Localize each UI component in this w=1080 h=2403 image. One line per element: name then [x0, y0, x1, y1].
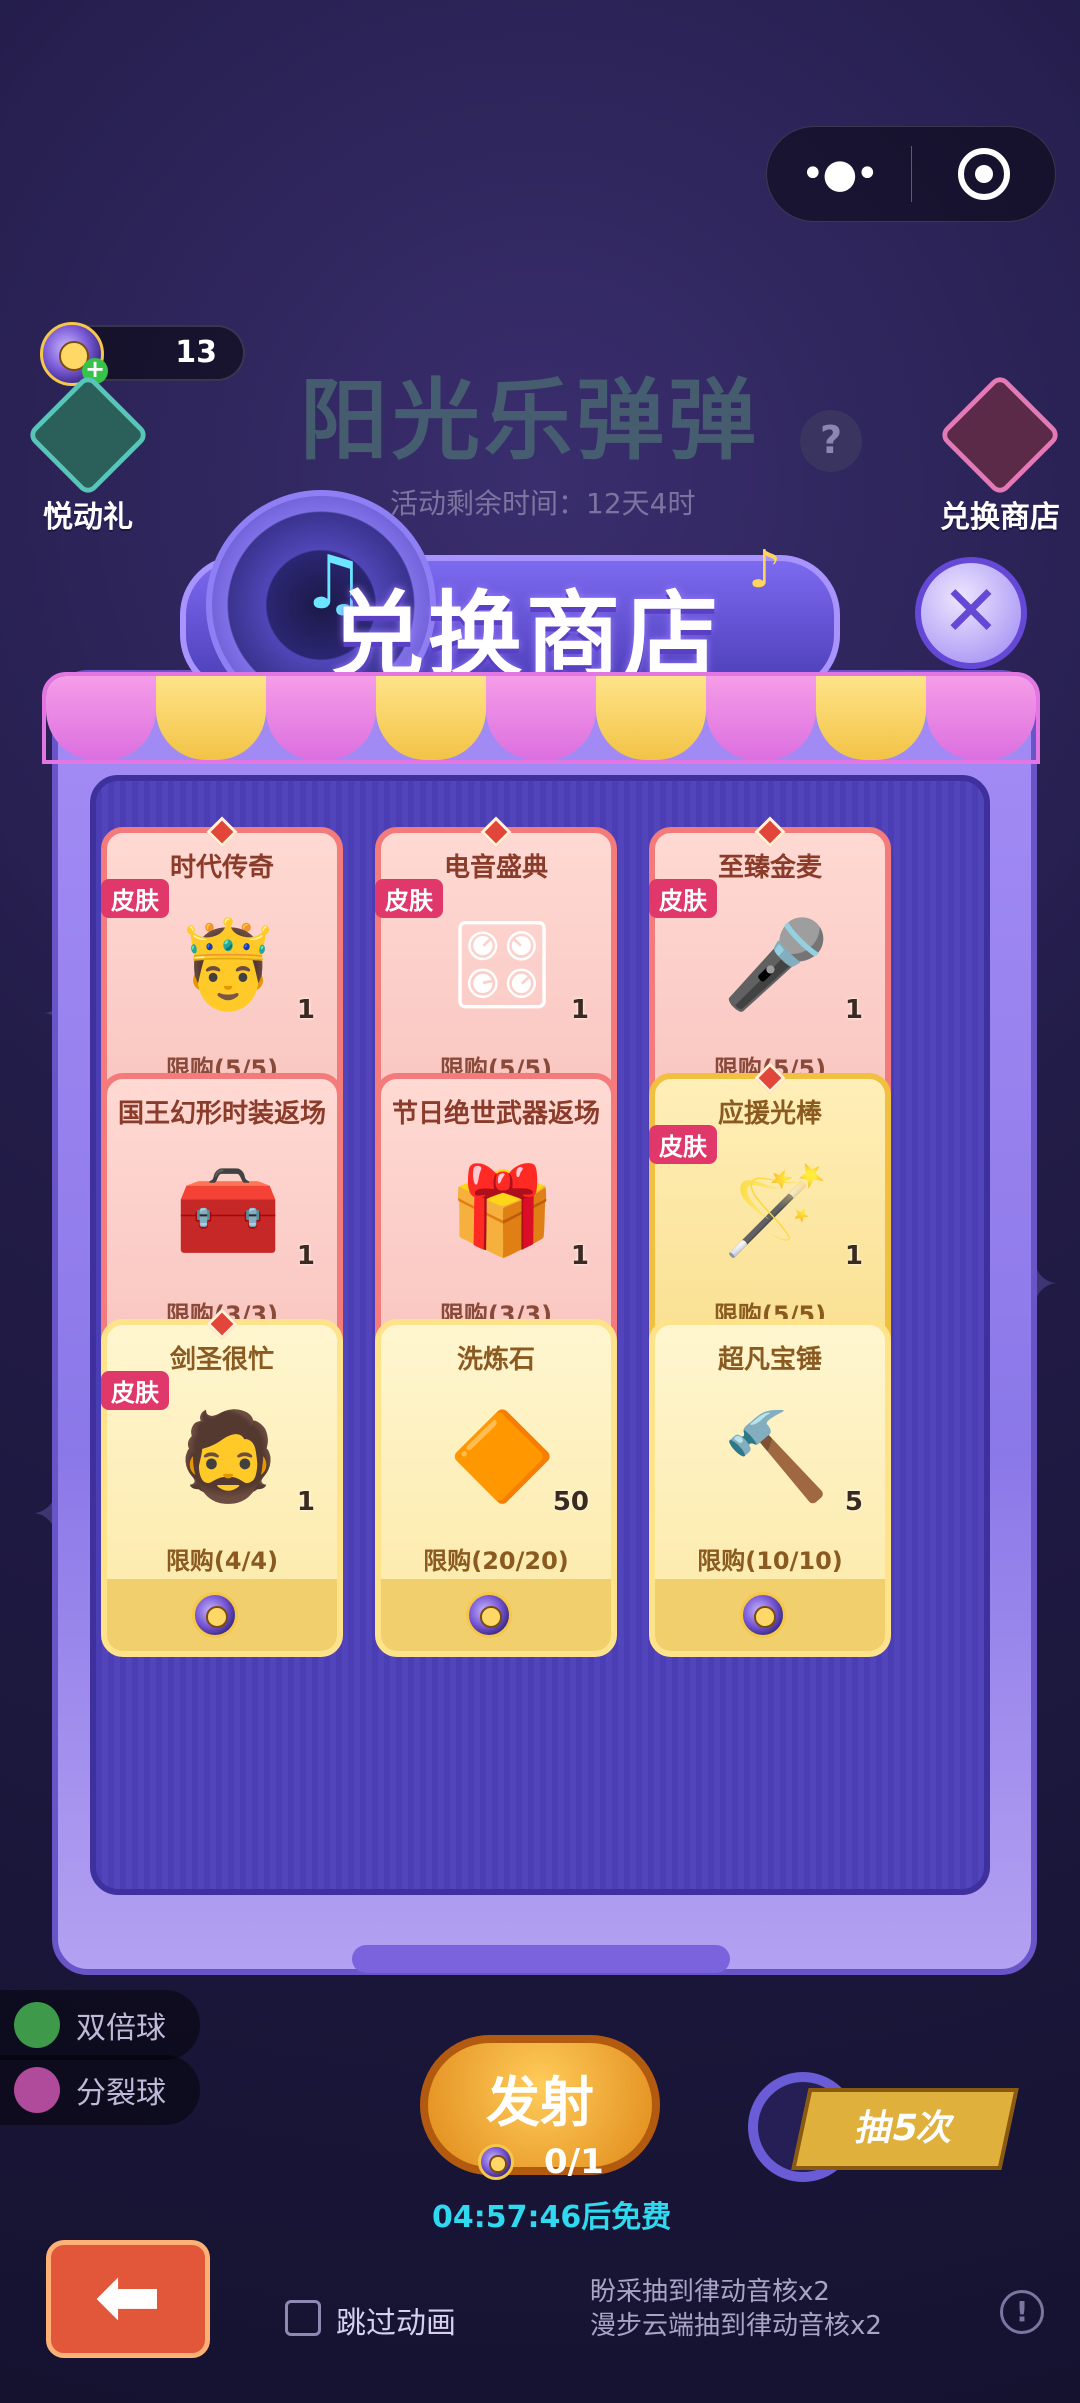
ticker-line: 盼采抽到律动音核x2 [590, 2277, 830, 2307]
music-coin-icon [740, 1592, 786, 1638]
item-image-icon: 🎤 [722, 914, 830, 1015]
item-image-icon: 🤴 [174, 914, 282, 1015]
info-icon[interactable]: ! [1000, 2290, 1044, 2334]
ticker-line: 漫步云端抽到律动音核x2 [590, 2311, 882, 2341]
price-button[interactable] [381, 1579, 611, 1651]
mode-split-label: 分裂球 [76, 2076, 166, 2111]
gift-icon [25, 372, 151, 498]
shop-item-card[interactable]: 剑圣很忙 皮肤 🧔 1 限购(4/4) [101, 1308, 343, 1657]
shop-items-grid[interactable]: 时代传奇皮肤🤴1限购(5/5)20 电音盛典皮肤🎛1限购(5/5)24 至臻金麦… [97, 815, 957, 1842]
item-image-icon: 🧰 [174, 1160, 282, 1261]
item-quantity: 50 [552, 1487, 589, 1517]
more-dots-icon[interactable]: •●• [767, 151, 911, 197]
free-timer: 04:57:46后免费 [432, 2200, 672, 2235]
gem-icon [206, 816, 238, 848]
gem-icon [480, 816, 512, 848]
modal-scroll-handle[interactable] [352, 1945, 730, 1973]
help-icon[interactable]: ? [800, 410, 862, 472]
gem-icon [754, 816, 786, 848]
skin-badge: 皮肤 [101, 879, 169, 918]
shop-item-card[interactable]: 超凡宝锤 🔨 5 限购(10/10) [649, 1319, 891, 1657]
shop-awning [42, 672, 1040, 764]
target-icon [957, 148, 1010, 200]
draw-count: 0/1 [544, 2142, 604, 2182]
item-image-icon: 🪄 [722, 1160, 830, 1261]
shop-icon [937, 372, 1063, 498]
price-button[interactable] [655, 1579, 885, 1651]
music-note-icon: ♪ [748, 540, 782, 600]
mini-program-capsule: •●• [766, 126, 1056, 222]
item-image-icon: 🎁 [448, 1160, 556, 1261]
event-time-left: 活动剩余时间：12天4时 [390, 487, 696, 520]
exchange-shop-button[interactable]: 兑换商店 [930, 372, 1070, 536]
item-quantity: 1 [844, 995, 863, 1025]
close-target-button[interactable] [912, 148, 1055, 200]
item-name: 国王幻形时装返场 [117, 1099, 326, 1129]
purchase-limit: 限购(10/10) [697, 1547, 843, 1575]
ball-icon [478, 2144, 514, 2180]
gift-button[interactable]: 悦动礼 [18, 372, 158, 536]
draw-ticker: 盼采抽到律动音核x2 漫步云端抽到律动音核x2 [590, 2275, 882, 2343]
skip-animation-checkbox[interactable] [285, 2300, 321, 2336]
double-ball-icon [14, 2002, 60, 2048]
skin-badge: 皮肤 [649, 1125, 717, 1164]
item-name: 超凡宝锤 [717, 1345, 822, 1375]
item-name: 洗炼石 [456, 1345, 535, 1375]
music-coin-icon [192, 1592, 238, 1638]
mode-double-ball[interactable]: 双倍球 [0, 1990, 200, 2060]
purchase-limit: 限购(4/4) [165, 1547, 279, 1575]
item-image-icon: 🎛 [447, 914, 557, 1015]
skin-badge: 皮肤 [101, 1371, 169, 1410]
item-quantity: 1 [296, 1241, 315, 1271]
price-button[interactable] [107, 1579, 337, 1651]
item-quantity: 1 [570, 995, 589, 1025]
close-button[interactable]: ✕ [915, 557, 1027, 669]
shop-item-card[interactable]: 洗炼石 🔶 50 限购(20/20) [375, 1319, 617, 1657]
item-name: 节日绝世武器返场 [391, 1099, 600, 1129]
item-quantity: 1 [570, 1241, 589, 1271]
draw-5-button[interactable]: 抽5次 [791, 2088, 1019, 2170]
fire-button[interactable]: 发射 [420, 2035, 660, 2175]
item-quantity: 5 [844, 1487, 863, 1517]
mode-split-ball[interactable]: 分裂球 [0, 2055, 200, 2125]
item-image-icon: 🧔 [174, 1406, 282, 1507]
event-title: 阳光乐弹弹 [300, 369, 761, 472]
music-coin-icon [466, 1592, 512, 1638]
gift-label: 悦动礼 [43, 500, 133, 535]
split-ball-icon [14, 2067, 60, 2113]
item-image-icon: 🔶 [448, 1406, 556, 1507]
exchange-shop-label: 兑换商店 [940, 500, 1060, 535]
item-quantity: 1 [296, 995, 315, 1025]
purchase-limit: 限购(20/20) [423, 1547, 569, 1575]
item-quantity: 1 [844, 1241, 863, 1271]
item-quantity: 1 [296, 1487, 315, 1517]
mode-double-label: 双倍球 [76, 2011, 166, 2046]
skin-badge: 皮肤 [649, 879, 717, 918]
back-arrow-button[interactable]: ⬅ [46, 2240, 210, 2358]
item-image-icon: 🔨 [722, 1406, 830, 1507]
skip-animation-label: 跳过动画 [336, 2306, 456, 2341]
currency-value: 13 [175, 335, 217, 370]
skin-badge: 皮肤 [375, 879, 443, 918]
